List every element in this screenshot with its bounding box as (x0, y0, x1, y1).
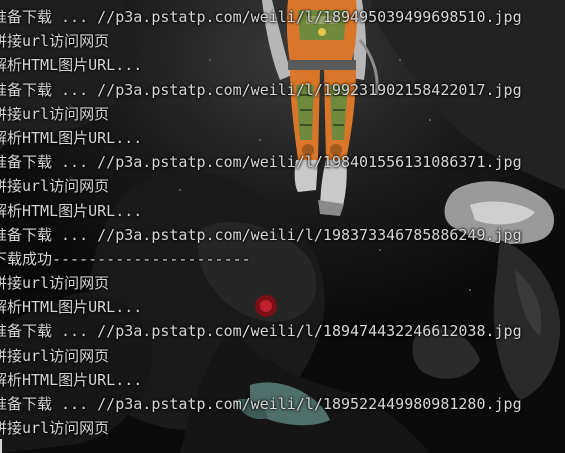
output-line: 拼接url访问网页 (0, 274, 110, 293)
output-line: 拼接url访问网页 (0, 346, 110, 365)
output-line: 拼接url访问网页 (0, 32, 110, 51)
output-line: 准备下载 ... //p3a.pstatp.com/weili/l/189495… (0, 8, 522, 26)
terminal-window[interactable]: 准备下载 ... //p3a.pstatp.com/weili/l/189495… (0, 0, 565, 453)
output-line: 准备下载 ... //p3a.pstatp.com/weili/l/189474… (0, 322, 522, 341)
output-line: 准备下载 ... //p3a.pstatp.com/weili/l/198401… (0, 153, 522, 172)
output-line: 下载成功---------------------- (0, 249, 251, 268)
output-line: 拼接url访问网页 (0, 177, 110, 196)
output-line: 解析HTML图片URL... (0, 370, 143, 389)
output-line: 解析HTML图片URL... (0, 298, 143, 317)
text-cursor (0, 439, 2, 453)
output-line: 拼接url访问网页 (0, 104, 110, 123)
terminal-output: 准备下载 ... //p3a.pstatp.com/weili/l/189495… (0, 5, 522, 440)
output-line: 解析HTML图片URL... (0, 56, 143, 75)
output-line: 准备下载 ... //p3a.pstatp.com/weili/l/198373… (0, 225, 522, 244)
output-line: 准备下载 ... //p3a.pstatp.com/weili/l/189522… (0, 395, 522, 413)
output-line: 准备下载 ... //p3a.pstatp.com/weili/l/199231… (0, 80, 522, 99)
output-line: 拼接url访问网页 (0, 419, 110, 438)
output-line: 解析HTML图片URL... (0, 201, 143, 220)
output-line: 解析HTML图片URL... (0, 128, 143, 147)
